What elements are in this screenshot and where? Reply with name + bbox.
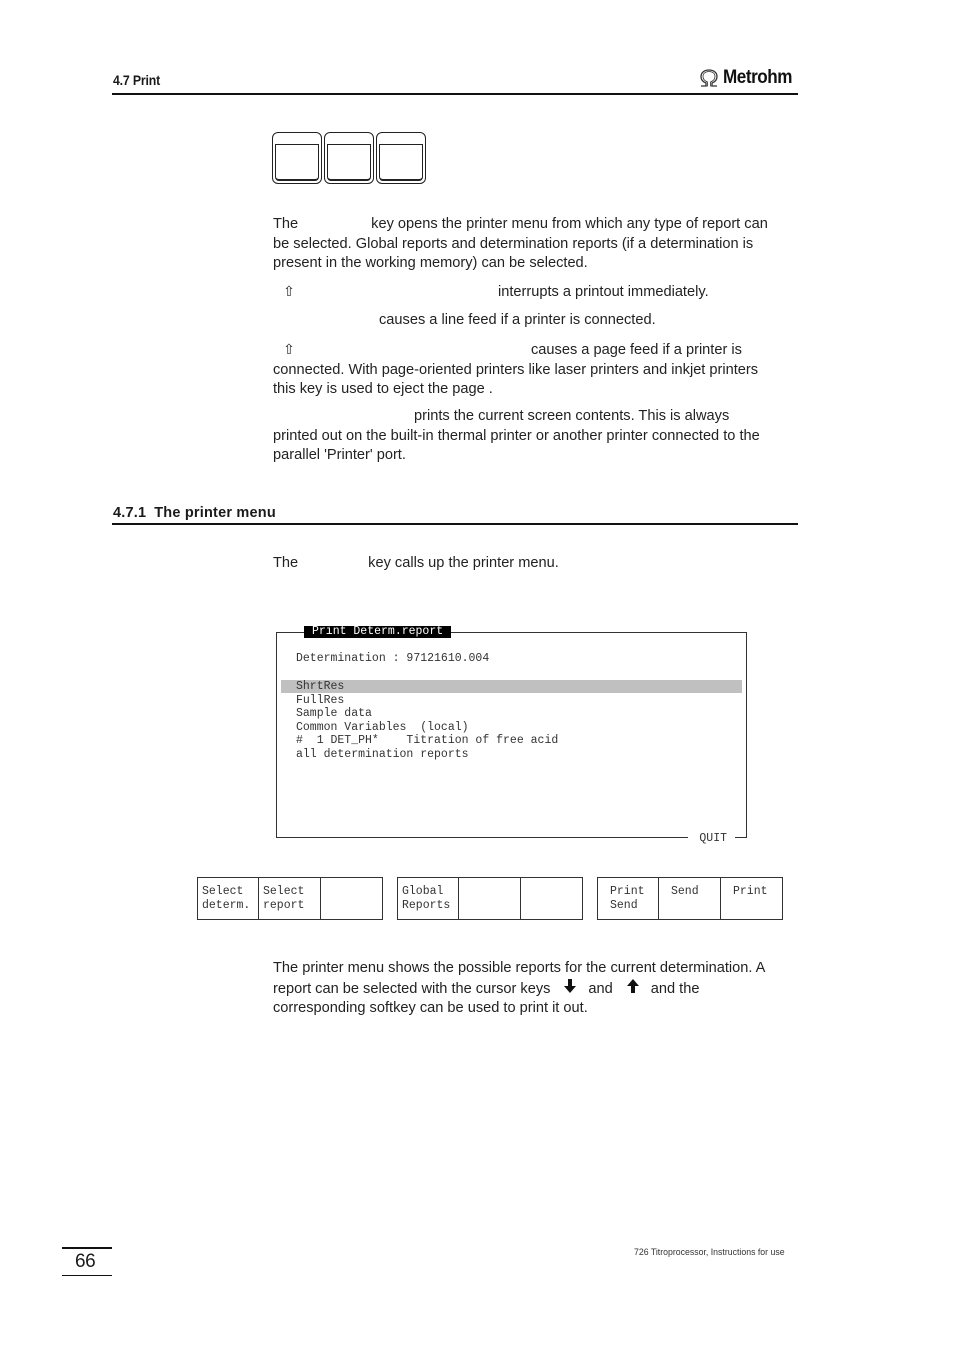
text: causes a page feed if a printer is <box>531 342 742 358</box>
softkey-label: Select report <box>263 885 305 912</box>
arrow-up-icon <box>625 978 641 999</box>
page-feed-paragraph: ⇧ causes a page feed if a printer is conn… <box>273 340 803 400</box>
softkey-label: Select determ. <box>202 885 251 912</box>
softkey-empty[interactable] <box>520 878 583 919</box>
text: The <box>273 216 299 232</box>
menu-item-fullres[interactable]: FullRes <box>296 694 344 708</box>
text: corresponding softkey can be used to pri… <box>273 1000 588 1016</box>
screen-print-paragraph: prints the current screen contents. This… <box>273 407 803 466</box>
quit-label[interactable]: QUIT <box>697 832 729 845</box>
footer-rule-bottom <box>62 1275 112 1276</box>
softkey-empty[interactable] <box>320 878 383 919</box>
text: and <box>588 980 613 997</box>
selection-highlight <box>281 680 742 693</box>
footer-rule-top <box>62 1247 112 1249</box>
subsection-number: 4.7.1 <box>113 505 147 521</box>
softkey-print[interactable]: Print <box>720 878 783 919</box>
menu-item-shrtres[interactable]: ShrtRes <box>296 680 344 694</box>
printer-menu-screen: Print Determ.report Determination : 9712… <box>276 626 747 845</box>
omega-icon <box>700 69 718 87</box>
text: printed out on the built-in thermal prin… <box>273 427 760 444</box>
softkey-group-3: Print Send Send Print <box>597 877 783 920</box>
text: and the <box>650 980 700 997</box>
shift-icon: ⇧ <box>283 283 295 299</box>
page-number: 66 <box>75 1251 96 1272</box>
text: present in the working memory) can be se… <box>273 255 588 271</box>
screen-title: Print Determ.report <box>304 626 452 638</box>
text: report can be selected with the cursor k… <box>273 980 551 997</box>
determination-label: Determination : 97121610.004 <box>296 652 490 665</box>
text: key calls up the printer menu. <box>368 555 559 571</box>
menu-item-all-reports[interactable]: all determination reports <box>296 748 469 762</box>
subsection-title: 4.7.1 The printer menu <box>113 505 276 521</box>
softkey-select-report[interactable]: Select report <box>258 878 320 919</box>
softkey-select-determ[interactable]: Select determ. <box>197 878 258 919</box>
softkey-global-reports[interactable]: Global Reports <box>397 878 458 919</box>
softkey-label: Print Send <box>610 885 645 912</box>
subsection-label: The printer menu <box>154 505 276 521</box>
text: parallel 'Printer' port. <box>273 447 406 463</box>
stop-print-paragraph: ⇧ interrupts a printout immediately. <box>273 282 803 303</box>
keypad-key <box>272 132 322 184</box>
document-title: 726 Titroprocessor, Instructions for use <box>634 1247 785 1258</box>
text: connected. With page-oriented printers l… <box>273 361 759 378</box>
text: prints the current screen contents. This… <box>414 408 730 424</box>
softkey-group-1: Select determ. Select report <box>197 877 383 920</box>
section-header: 4.7 Print <box>113 72 161 88</box>
softkey-print-send[interactable]: Print Send <box>597 878 658 919</box>
softkey-label: Send <box>671 885 699 898</box>
header-rule <box>112 93 798 95</box>
key-illustration <box>272 132 426 184</box>
softkey-send[interactable]: Send <box>658 878 720 919</box>
text: be selected. Global reports and determin… <box>273 235 754 252</box>
printer-menu-intro: The key calls up the printer menu. <box>273 554 803 574</box>
text: The <box>273 555 299 571</box>
shift-icon: ⇧ <box>283 341 295 357</box>
menu-item-det-ph[interactable]: # 1 DET_PH* Titration of free acid <box>296 734 558 748</box>
text: this key is used to eject the page . <box>273 381 493 397</box>
text: key opens the printer menu from which an… <box>371 216 768 232</box>
intro-paragraph: The key opens the printer menu from which… <box>273 215 803 274</box>
arrow-down-icon <box>562 978 578 999</box>
softkey-group-2: Global Reports <box>397 877 583 920</box>
menu-item-sample-data[interactable]: Sample data <box>296 707 372 721</box>
keypad-key <box>324 132 374 184</box>
softkey-label: Global Reports <box>402 885 451 912</box>
brand-logo: Metrohm <box>698 67 800 89</box>
text: causes a line feed if a printer is conne… <box>379 312 656 328</box>
text: The printer menu shows the possible repo… <box>273 960 766 976</box>
line-feed-paragraph: causes a line feed if a printer is conne… <box>273 311 803 331</box>
printer-menu-explanation: The printer menu shows the possible repo… <box>273 959 803 1019</box>
subsection-rule <box>112 523 798 525</box>
text: interrupts a printout immediately. <box>498 284 709 300</box>
softkey-label: Print <box>733 885 768 898</box>
keypad-key <box>376 132 426 184</box>
brand-name: Metrohm <box>723 67 793 88</box>
softkey-bar: Select determ. Select report Global Repo… <box>0 877 954 920</box>
menu-item-common-variables[interactable]: Common Variables (local) <box>296 721 469 735</box>
softkey-empty[interactable] <box>458 878 520 919</box>
